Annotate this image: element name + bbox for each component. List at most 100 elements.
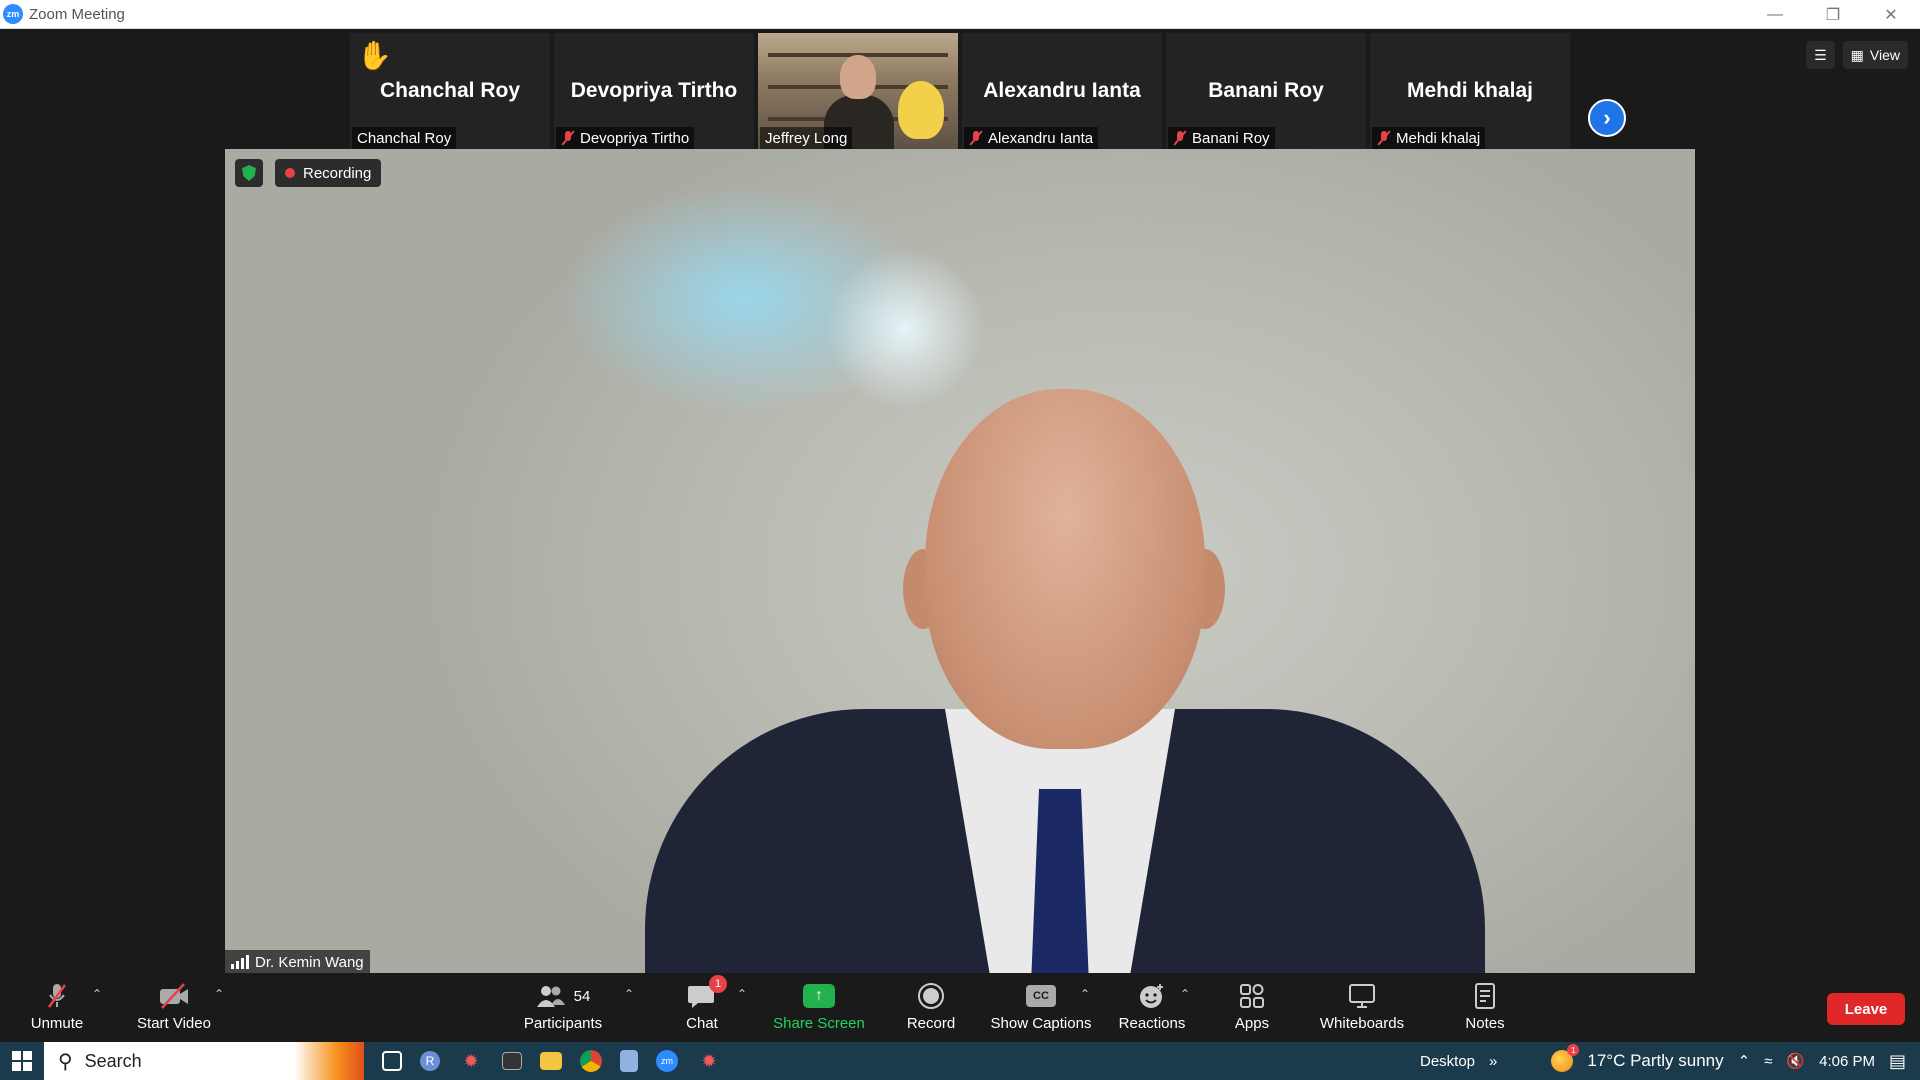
participant-display-name: Banani Roy xyxy=(1208,79,1324,102)
participant-display-name: Mehdi khalaj xyxy=(1406,79,1534,102)
muted-mic-icon xyxy=(42,981,72,1011)
double-chevron-icon[interactable]: » xyxy=(1489,1053,1497,1070)
participant-strip: ✋ Chanchal Roy Chanchal Roy Devopriya Ti… xyxy=(350,33,1570,149)
participant-tag-label: Mehdi khalaj xyxy=(1396,129,1481,147)
speaker-head xyxy=(925,389,1205,749)
taskbar-apps: R ✹ zm ✹ xyxy=(382,1048,722,1074)
participants-label: Participants xyxy=(523,1015,603,1032)
encryption-shield-icon[interactable] xyxy=(235,159,263,187)
participant-tile[interactable]: Alexandru Ianta Alexandru Ianta xyxy=(962,33,1162,149)
minimize-icon[interactable]: — xyxy=(1746,0,1804,29)
video-off-icon xyxy=(157,981,191,1011)
taskbar-search-box[interactable]: ⚲ Search xyxy=(44,1042,364,1080)
r-app-icon[interactable]: R xyxy=(420,1051,440,1071)
participant-display-name: Alexandru Ianta xyxy=(983,79,1141,102)
light-glare xyxy=(825,249,985,409)
share-screen-button[interactable]: ↑ Share Screen xyxy=(773,981,865,1039)
muted-mic-icon xyxy=(1173,130,1187,146)
task-view-icon[interactable] xyxy=(382,1051,402,1071)
desktop-toolbar-label[interactable]: Desktop xyxy=(1420,1053,1475,1070)
grid-view-icon: ▦ xyxy=(1850,46,1864,63)
signal-strength-icon xyxy=(231,955,249,969)
taskbar-search-label: Search xyxy=(84,1050,142,1071)
participant-tag-label: Jeffrey Long xyxy=(765,129,848,147)
show-captions-button[interactable]: CC Show Captions xyxy=(989,981,1093,1039)
notes-button[interactable]: Notes xyxy=(1462,981,1508,1039)
participant-video-tile[interactable]: Jeffrey Long xyxy=(758,33,958,149)
chat-caret-icon[interactable]: ⌃ xyxy=(737,987,747,1001)
search-highlight-decor xyxy=(294,1042,364,1080)
wifi-icon[interactable]: ≈ xyxy=(1764,1053,1772,1070)
video-options-caret-icon[interactable]: ⌃ xyxy=(214,987,224,1001)
file-explorer-icon[interactable] xyxy=(540,1052,562,1070)
captions-caret-icon[interactable]: ⌃ xyxy=(1080,987,1090,1001)
chrome-icon[interactable] xyxy=(580,1050,602,1072)
close-icon[interactable]: ✕ xyxy=(1862,0,1920,29)
participant-tile[interactable]: ✋ Chanchal Roy Chanchal Roy xyxy=(350,33,550,149)
speaker-tie xyxy=(1030,789,1090,974)
leave-button[interactable]: Leave xyxy=(1827,993,1905,1025)
reactions-icon xyxy=(1138,981,1166,1011)
zoom-app-icon[interactable]: zm xyxy=(656,1050,678,1072)
weather-icon[interactable]: 1 xyxy=(1551,1044,1580,1072)
recording-dot-icon xyxy=(285,168,295,178)
unmute-button[interactable]: Unmute xyxy=(22,981,92,1039)
muted-mic-icon xyxy=(1377,130,1391,146)
terminal-icon[interactable] xyxy=(502,1052,522,1070)
reactions-button[interactable]: Reactions xyxy=(1115,981,1189,1039)
active-speaker-video[interactable]: Recording Dr. Kemin Wang xyxy=(225,149,1695,974)
participant-tag-label: Banani Roy xyxy=(1192,129,1270,147)
record-icon xyxy=(917,981,945,1011)
chat-unread-badge: 1 xyxy=(709,975,727,993)
participants-caret-icon[interactable]: ⌃ xyxy=(624,987,634,1001)
weather-badge: 1 xyxy=(1567,1044,1580,1056)
view-button[interactable]: ▦ View xyxy=(1842,41,1908,69)
view-label: View xyxy=(1869,47,1900,63)
share-screen-icon: ↑ xyxy=(803,981,835,1011)
notes-icon xyxy=(1473,981,1497,1011)
windows-taskbar: ⚲ Search R ✹ zm ✹ Desktop » 1 17°C Partl… xyxy=(0,1042,1920,1080)
immersive-icon: ☰ xyxy=(1814,46,1827,63)
whiteboards-label: Whiteboards xyxy=(1319,1015,1405,1032)
participant-name-tag: Mehdi khalaj xyxy=(1372,127,1486,149)
participant-name-tag: Alexandru Ianta xyxy=(964,127,1099,149)
restore-icon[interactable]: ❐ xyxy=(1804,0,1862,29)
participant-name-tag: Devopriya Tirtho xyxy=(556,127,695,149)
start-video-button[interactable]: Start Video xyxy=(134,981,214,1039)
apps-button[interactable]: Apps xyxy=(1230,981,1274,1039)
speaker-muted-icon[interactable]: 🔇 xyxy=(1786,1052,1805,1070)
meeting-toolbar: Unmute ⌃ Start Video ⌃ 54 Participants ⌃… xyxy=(0,973,1920,1042)
immersive-view-button[interactable]: ☰ xyxy=(1806,41,1835,69)
notes-label: Notes xyxy=(1465,1015,1505,1032)
participant-name-tag: Jeffrey Long xyxy=(760,127,853,149)
record-button[interactable]: Record xyxy=(904,981,958,1039)
clock-time[interactable]: 4:06 PM xyxy=(1819,1053,1875,1070)
next-page-arrow-icon[interactable]: › xyxy=(1588,99,1626,137)
reactions-label: Reactions xyxy=(1118,1015,1186,1032)
reactions-caret-icon[interactable]: ⌃ xyxy=(1180,987,1190,1001)
participant-tag-label: Devopriya Tirtho xyxy=(580,129,690,147)
participants-count: 54 xyxy=(573,987,591,1005)
notifications-icon[interactable]: ▤ xyxy=(1889,1051,1906,1072)
raised-hand-icon: ✋ xyxy=(357,40,392,71)
participant-tile[interactable]: Banani Roy Banani Roy xyxy=(1166,33,1366,149)
participant-tag-label: Alexandru Ianta xyxy=(988,129,1094,147)
notepad-icon[interactable] xyxy=(620,1050,638,1072)
participant-tile[interactable]: Devopriya Tirtho Devopriya Tirtho xyxy=(554,33,754,149)
audio-options-caret-icon[interactable]: ⌃ xyxy=(92,987,102,1001)
participant-tag-label: Chanchal Roy xyxy=(357,129,452,147)
gear-app-icon[interactable]: ✹ xyxy=(696,1048,722,1074)
weather-label[interactable]: 17°C Partly sunny xyxy=(1587,1051,1723,1071)
tray-chevron-icon[interactable]: ⌃ xyxy=(1738,1052,1751,1070)
chat-button[interactable]: 1 Chat xyxy=(680,975,727,1039)
participant-name-tag: Chanchal Roy xyxy=(352,127,457,149)
participants-button[interactable]: 54 Participants xyxy=(518,981,608,1039)
recording-indicator[interactable]: Recording xyxy=(275,159,382,187)
gear-app-icon[interactable]: ✹ xyxy=(458,1048,484,1074)
whiteboards-button[interactable]: Whiteboards xyxy=(1316,981,1408,1039)
system-tray: Desktop » 1 17°C Partly sunny ⌃ ≈ 🔇 4:06… xyxy=(1420,1042,1920,1080)
participant-tile[interactable]: Mehdi khalaj Mehdi khalaj xyxy=(1370,33,1570,149)
zoom-logo-icon: zm xyxy=(3,4,23,24)
muted-mic-icon xyxy=(561,130,575,146)
start-button[interactable] xyxy=(0,1042,44,1080)
